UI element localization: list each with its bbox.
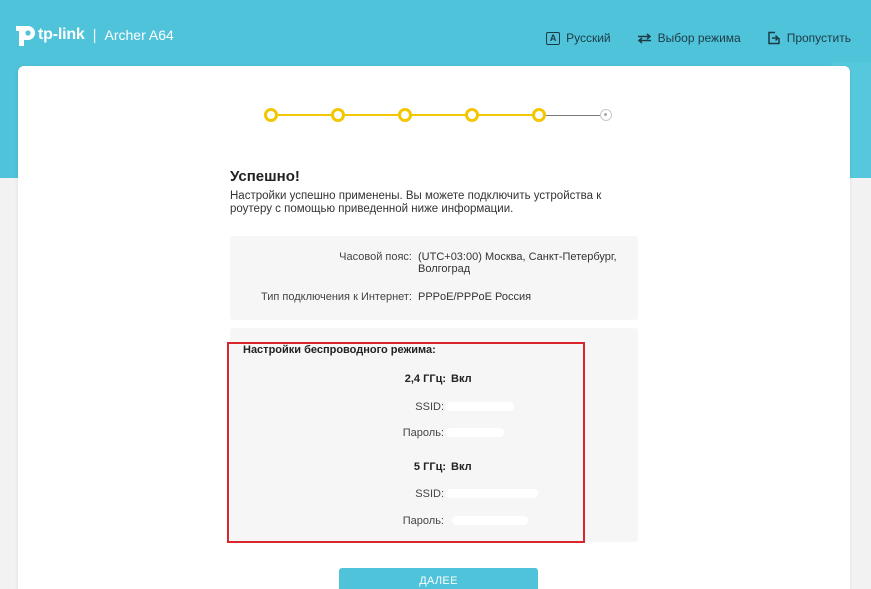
header-actions: A Русский Выбор режима Пропустить xyxy=(546,31,851,45)
tplink-logo[interactable]: tp-link | Archer A64 xyxy=(12,22,174,48)
step-5 xyxy=(532,108,546,122)
language-button[interactable]: A Русский xyxy=(546,31,611,45)
step-6 xyxy=(600,109,612,121)
step-connector-remaining xyxy=(540,115,606,116)
mode-select-button[interactable]: Выбор режима xyxy=(637,31,741,45)
brand-name: tp-link xyxy=(38,26,85,43)
mode-select-label: Выбор режима xyxy=(657,31,741,45)
connection-type-label: Тип подключения к Интернет: xyxy=(260,291,412,303)
page-title: Успешно! xyxy=(230,168,300,185)
progress-stepper xyxy=(264,107,614,123)
language-icon: A xyxy=(546,31,561,45)
timezone-label: Часовой пояс: xyxy=(339,251,412,263)
skip-label: Пропустить xyxy=(786,31,851,45)
page-description: Настройки успешно применены. Вы можете п… xyxy=(230,190,602,215)
connection-type-value: PPPoE/PPPoE Россия xyxy=(418,291,532,303)
step-4 xyxy=(465,108,479,122)
step-1 xyxy=(264,108,278,122)
timezone-value: (UTC+03:00) Москва, Санкт-Петербург, Вол… xyxy=(418,251,617,275)
step-3 xyxy=(398,108,412,122)
language-label: Русский xyxy=(566,31,611,45)
brand-separator: | xyxy=(92,26,97,44)
wizard-card: Успешно! Настройки успешно применены. Вы… xyxy=(18,66,850,589)
highlight-annotation xyxy=(227,342,585,543)
skip-icon xyxy=(767,31,780,45)
model-name: Archer A64 xyxy=(104,27,174,43)
swap-icon xyxy=(637,32,651,44)
step-2 xyxy=(331,108,345,122)
skip-button[interactable]: Пропустить xyxy=(767,31,851,45)
connection-summary: Часовой пояс: (UTC+03:00) Москва, Санкт-… xyxy=(230,236,638,320)
next-button[interactable]: ДАЛЕЕ xyxy=(339,568,538,589)
tplink-logo-icon xyxy=(16,26,35,46)
